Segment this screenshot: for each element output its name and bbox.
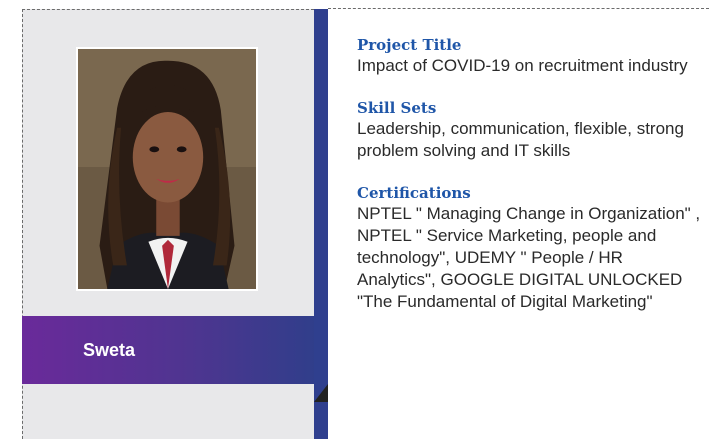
- section-project-title: Project Title Impact of COVID-19 on recr…: [357, 36, 705, 77]
- section-body: NPTEL " Managing Change in Organization"…: [357, 204, 701, 311]
- profile-photo: [76, 47, 258, 291]
- divider-bar: [314, 9, 328, 439]
- section-heading: Certifications: [357, 184, 471, 202]
- details-column: Project Title Impact of COVID-19 on recr…: [357, 36, 705, 335]
- profile-name: Sweta: [83, 339, 136, 360]
- section-skill-sets: Skill Sets Leadership, communication, fl…: [357, 99, 705, 162]
- name-banner: Sweta: [22, 316, 328, 384]
- section-body: Leadership, communication, flexible, str…: [357, 119, 684, 160]
- banner-fold: [314, 384, 328, 402]
- section-body: Impact of COVID-19 on recruitment indust…: [357, 56, 688, 75]
- top-dashed-rule: [328, 8, 709, 9]
- portrait-image: [78, 49, 256, 289]
- section-heading: Skill Sets: [357, 99, 437, 117]
- section-heading: Project Title: [357, 36, 462, 54]
- section-certifications: Certifications NPTEL " Managing Change i…: [357, 184, 705, 313]
